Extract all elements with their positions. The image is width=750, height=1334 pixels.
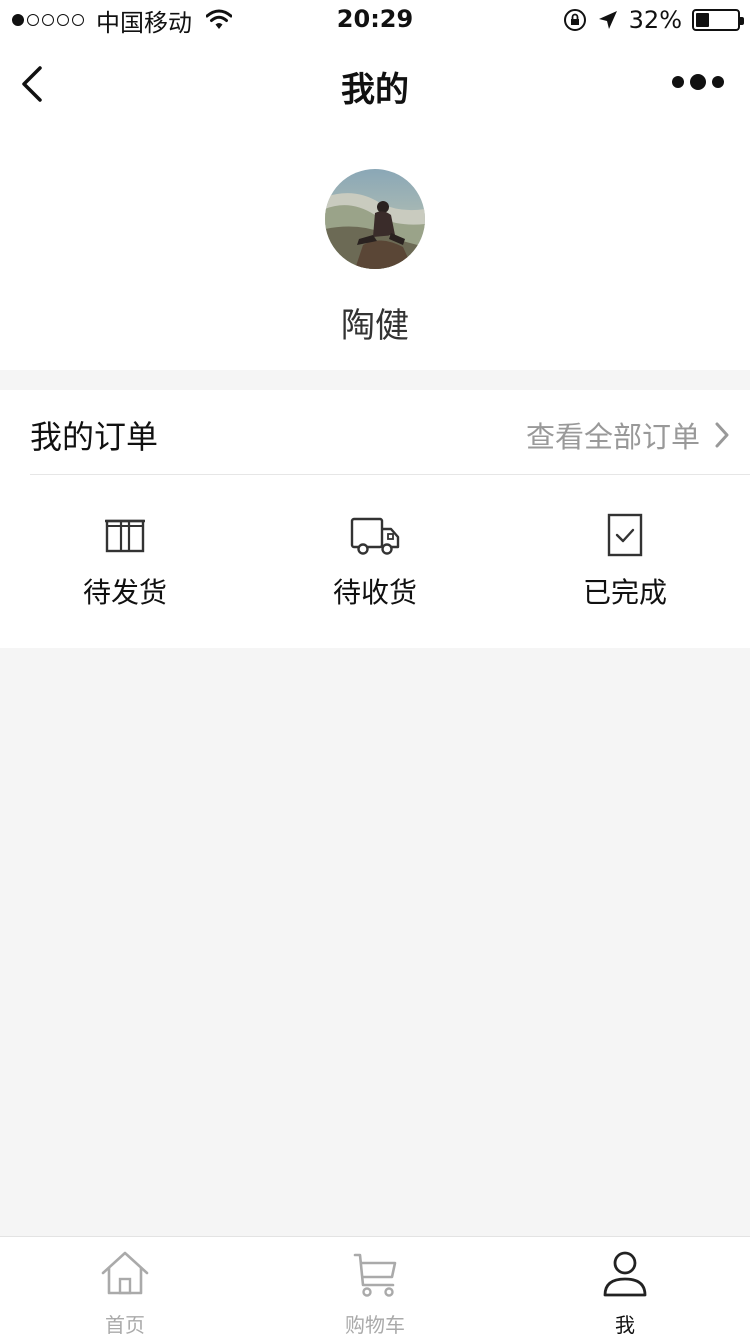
user-icon: [603, 1251, 647, 1297]
tab-label: 购物车: [345, 1313, 405, 1334]
battery-level: [696, 13, 709, 27]
navigation-bar: 我的: [0, 40, 750, 128]
cart-icon: [353, 1253, 397, 1297]
order-status-list: 待发货 待收货 已完成: [0, 475, 750, 648]
check-document-icon: [607, 513, 643, 557]
tab-label: 我: [615, 1313, 635, 1334]
tab-home[interactable]: 首页: [0, 1237, 250, 1334]
order-status-label: 待收货: [332, 576, 417, 609]
view-all-orders-link[interactable]: 查看全部订单: [526, 414, 730, 456]
package-icon: [105, 519, 145, 553]
avatar[interactable]: [325, 169, 425, 269]
order-status-label: 待发货: [82, 576, 167, 609]
page-title: 我的: [341, 70, 409, 110]
order-status-pending-shipment[interactable]: 待发货: [0, 475, 250, 648]
tab-me[interactable]: 我: [500, 1237, 750, 1334]
avatar-image: [325, 169, 425, 269]
rotation-lock-icon: [563, 9, 586, 31]
chevron-right-icon: [715, 422, 729, 448]
view-all-orders-label: 查看全部订单: [525, 420, 700, 454]
status-bar: 中国移动 20:29 32%: [0, 0, 750, 40]
battery-icon: [692, 9, 744, 31]
order-status-completed[interactable]: 已完成: [500, 475, 750, 648]
orders-section: 我的订单 查看全部订单 待发货 待收货 已完成: [0, 390, 750, 648]
tab-cart[interactable]: 购物车: [250, 1237, 500, 1334]
truck-icon: [350, 517, 400, 555]
tab-label: 首页: [105, 1313, 145, 1334]
home-icon: [101, 1251, 149, 1295]
username: 陶健: [341, 306, 409, 346]
location-arrow-icon: [598, 11, 617, 29]
more-options-icon[interactable]: [672, 74, 724, 90]
status-right: 32%: [563, 6, 744, 34]
order-status-pending-receipt[interactable]: 待收货: [250, 475, 500, 648]
profile-section: 陶健: [0, 128, 750, 370]
battery-percent: 32%: [628, 6, 682, 34]
order-status-label: 已完成: [582, 576, 667, 609]
orders-title: 我的订单: [30, 418, 159, 456]
orders-header[interactable]: 我的订单 查看全部订单: [0, 390, 750, 474]
tab-bar: 首页 购物车 我: [0, 1236, 750, 1334]
